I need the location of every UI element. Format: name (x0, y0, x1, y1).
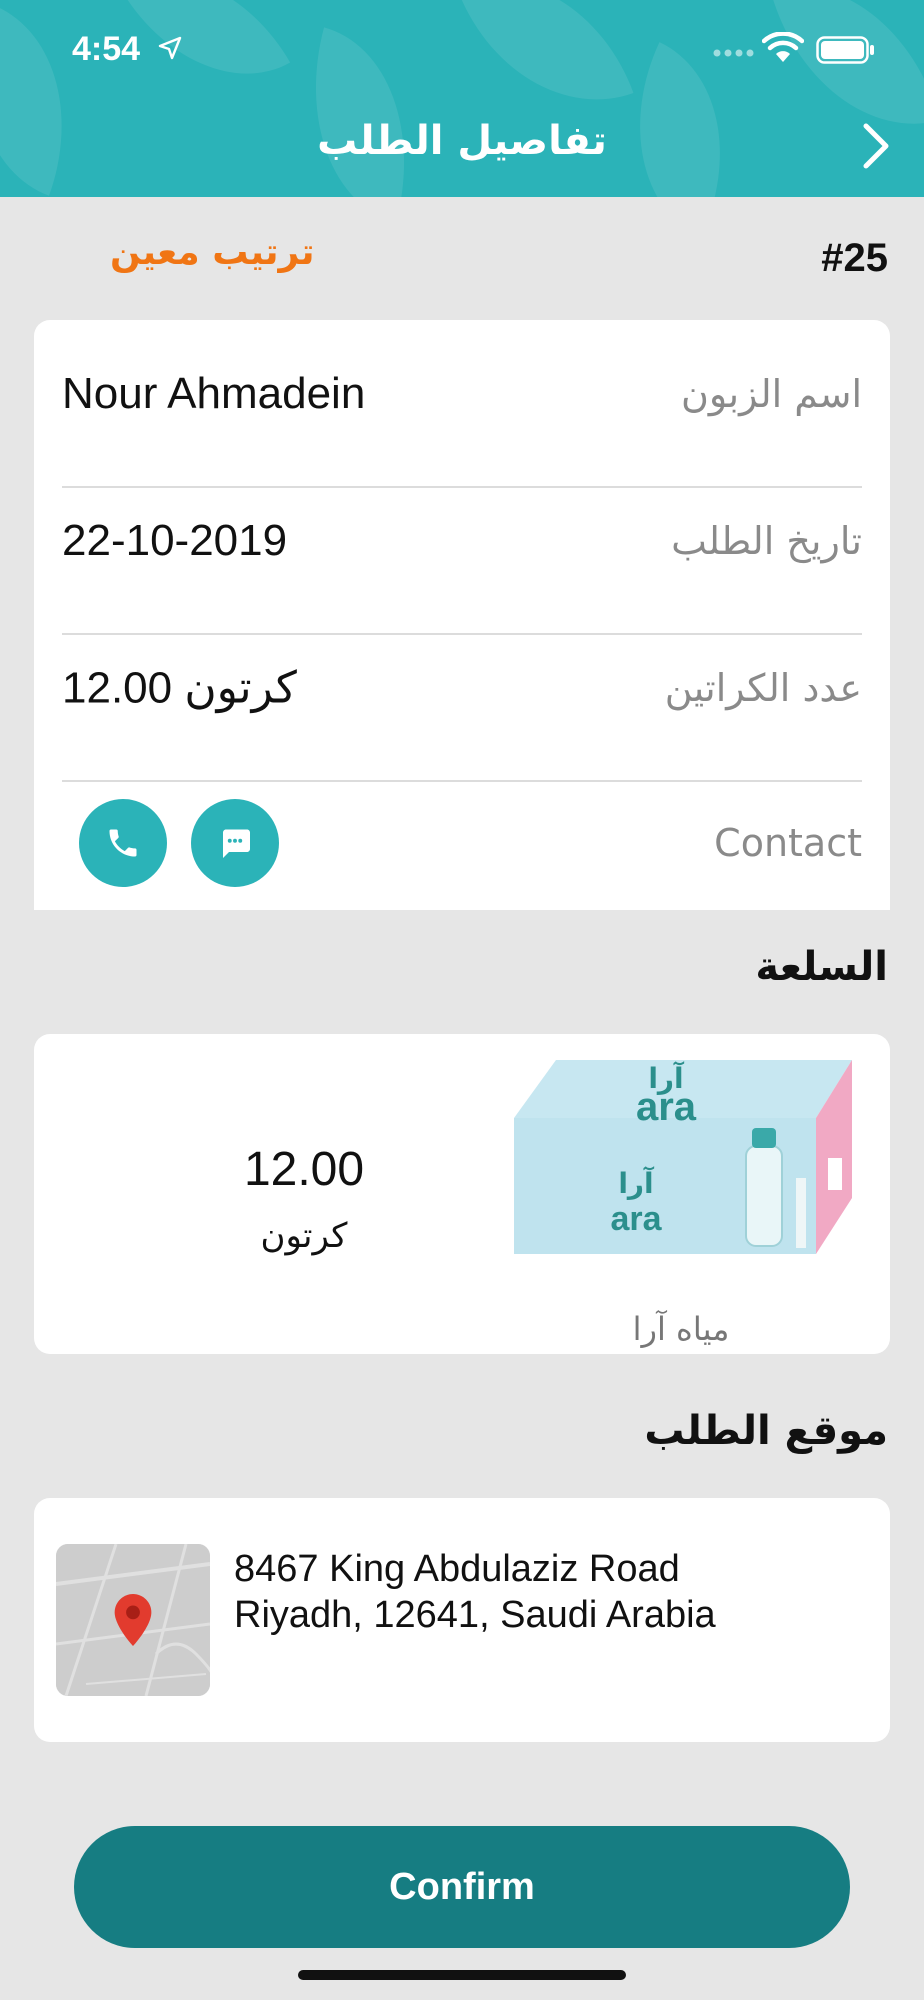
home-indicator (298, 1970, 626, 1980)
customer-row: اسم الزبون Nour Ahmadein (34, 320, 890, 467)
message-button[interactable] (191, 799, 279, 887)
status-time: 4:54 (72, 30, 141, 68)
date-label: تاريخ الطلب (671, 518, 862, 563)
date-row: تاريخ الطلب 22-10-2019 (34, 467, 890, 614)
call-button[interactable] (79, 799, 167, 887)
cartons-label: عدد الكراتين (664, 665, 862, 710)
box-brand-latin: ara (636, 1085, 697, 1129)
cartons-count: 12.00 كرتون (62, 663, 297, 712)
chat-icon (223, 829, 250, 858)
cartons-row: عدد الكراتين 12.00 كرتون (34, 614, 890, 761)
order-date: 22-10-2019 (62, 515, 288, 565)
contact-label: Contact (714, 820, 862, 865)
address-line-1: 8467 King Abdulaziz Road (234, 1548, 680, 1590)
back-chevron-icon[interactable] (854, 118, 898, 174)
address-line-2: Riyadh, 12641, Saudi Arabia (234, 1594, 716, 1636)
header: 4:54 تفاصيل الطلب (0, 0, 924, 197)
goods-section-title: السلعة (755, 944, 888, 990)
product-card[interactable]: آرا ara آرا ara مياه آرا 12.00 كرتون (34, 1034, 890, 1354)
header-pattern (280, 27, 440, 197)
order-type: ترتيب معين (110, 232, 315, 273)
customer-label: اسم الزبون (681, 371, 862, 416)
box-brand-latin: ara (610, 1200, 662, 1238)
product-name: مياه آرا (632, 1310, 730, 1348)
signal-icon (713, 49, 754, 57)
location-arrow-icon (158, 36, 182, 60)
customer-name: Nour Ahmadein (62, 368, 366, 418)
page-title: تفاصيل الطلب (317, 118, 607, 164)
address: 8467 King Abdulaziz Road Riyadh, 12641, … (234, 1546, 854, 1638)
wifi-icon (762, 32, 804, 62)
location-section-title: موقع الطلب (644, 1408, 888, 1454)
product-quantity: 12.00 (243, 1143, 365, 1196)
contact-row: Contact (34, 769, 890, 916)
confirm-button[interactable]: Confirm (74, 1826, 850, 1948)
product-image: آرا ara آرا ara (514, 1060, 852, 1254)
header-pattern (456, 0, 634, 138)
map-pin-icon (114, 1594, 152, 1646)
battery-icon (816, 36, 874, 64)
location-card[interactable]: 8467 King Abdulaziz Road Riyadh, 12641, … (34, 1498, 890, 1742)
product-unit: كرتون (260, 1216, 348, 1256)
map-thumbnail[interactable] (56, 1544, 210, 1696)
header-pattern (119, 0, 291, 118)
order-details-card: اسم الزبون Nour Ahmadein تاريخ الطلب 22-… (34, 320, 890, 910)
order-id: #25 (821, 236, 888, 280)
box-brand-arabic: آرا (618, 1166, 655, 1200)
phone-icon (109, 829, 137, 857)
